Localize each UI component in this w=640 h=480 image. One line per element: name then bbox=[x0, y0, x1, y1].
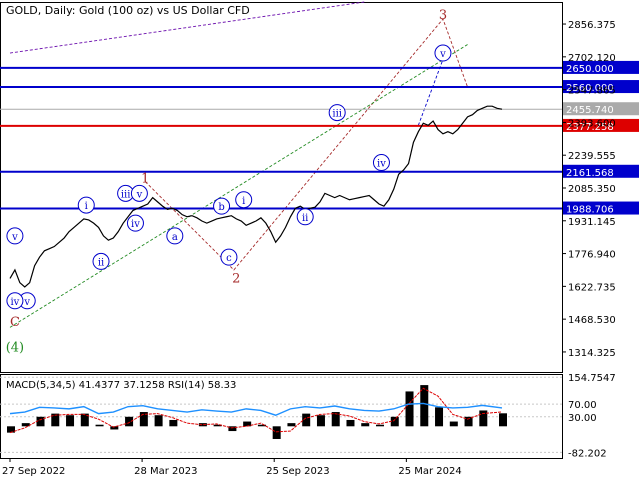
macd-histogram-bar bbox=[316, 415, 325, 427]
wave-label: v bbox=[136, 189, 143, 200]
date-tick-label: 27 Sep 2022 bbox=[2, 466, 65, 477]
price-tick-label: 2702.120 bbox=[568, 53, 616, 64]
macd-histogram-bar bbox=[302, 413, 311, 427]
chart-title: GOLD, Daily: Gold (100 oz) vs US Dollar … bbox=[6, 4, 250, 17]
wave-label: b bbox=[218, 202, 224, 213]
wave-label: iv bbox=[377, 159, 386, 170]
macd-histogram-bar bbox=[361, 423, 370, 427]
wave-label: iii bbox=[332, 109, 342, 120]
macd-histogram-bar bbox=[287, 423, 296, 427]
indicator-label: MACD(5,34,5) 41.4377 37.1258 RSI(14) 58.… bbox=[6, 380, 236, 391]
level-label: 2650.000 bbox=[566, 64, 614, 75]
price-series bbox=[9, 105, 503, 288]
wave-path-red bbox=[144, 18, 468, 271]
date-axis: 27 Sep 2022 28 Mar 2023 25 Sep 2023 25 Mar … bbox=[2, 458, 462, 477]
macd-histogram-bar bbox=[499, 413, 507, 427]
macd-histogram-bar bbox=[125, 416, 134, 427]
macd-histogram-bar bbox=[449, 421, 458, 427]
price-tick-label: 2393.600 bbox=[568, 118, 616, 129]
macd-histogram-bar bbox=[154, 415, 163, 427]
wave-label: 3 bbox=[439, 8, 447, 23]
macd-histogram-bar bbox=[7, 426, 15, 433]
wave-label: 2 bbox=[232, 271, 240, 286]
wave-path-blue bbox=[417, 59, 444, 126]
indicator-tick-label: 30.00 bbox=[568, 413, 597, 424]
main-plot-border bbox=[0, 2, 563, 373]
macd-histogram-bar bbox=[405, 391, 414, 427]
wave-labels: 312C(4)viiiiviiibcaiii viviiivviv bbox=[6, 8, 452, 356]
indicator-tick-label: 70.00 bbox=[568, 400, 597, 411]
wave-label: (4) bbox=[6, 341, 24, 356]
current-price-label: 2455.740 bbox=[566, 105, 614, 116]
price-tick-label: 1468.530 bbox=[568, 315, 616, 326]
price-tick-label: 2085.350 bbox=[568, 184, 616, 195]
indicator-tick-label: -82.202 bbox=[568, 448, 607, 459]
macd-histogram-bar bbox=[169, 419, 178, 427]
wave-label: i bbox=[85, 201, 88, 212]
date-tick-label: 25 Mar 2024 bbox=[398, 466, 461, 477]
price-tick-label: 1314.325 bbox=[568, 348, 616, 359]
macd-histogram-bar bbox=[346, 419, 355, 427]
wave-label: v bbox=[11, 232, 18, 243]
wave-label: c bbox=[226, 253, 232, 264]
level-label: 2161.568 bbox=[566, 168, 614, 179]
macd-histogram-bar bbox=[420, 385, 429, 427]
macd-histogram-bar bbox=[272, 426, 281, 439]
wave-label: ii bbox=[98, 257, 104, 268]
chart-canvas: 2455.7402650.0002560.0002377.2582161.568… bbox=[0, 1, 639, 477]
wave-label: iii bbox=[121, 189, 131, 200]
wave-label: iv bbox=[131, 219, 140, 230]
price-tick-label: 1931.145 bbox=[568, 217, 616, 228]
macd-histogram-bar bbox=[66, 415, 75, 427]
date-tick-label: 28 Mar 2023 bbox=[134, 466, 197, 477]
price-tick-label: 2547.865 bbox=[568, 86, 616, 97]
macd-histogram-bar bbox=[21, 423, 30, 427]
macd-histogram-bar bbox=[435, 407, 444, 427]
wave-label: ii bbox=[302, 213, 308, 224]
price-tick-label: 1776.940 bbox=[568, 250, 616, 261]
wave-label: i bbox=[242, 196, 245, 207]
wave-label: a bbox=[172, 232, 178, 243]
wave-label: v bbox=[23, 297, 30, 308]
price-tick-label: 2856.375 bbox=[568, 20, 616, 31]
wave-label: 1 bbox=[141, 171, 149, 186]
macd-histogram-bar bbox=[95, 424, 104, 427]
wave-label: C bbox=[10, 315, 20, 330]
price-tick-label: 2239.555 bbox=[568, 151, 616, 162]
horizontal-levels: 2455.7402650.0002560.0002377.2582161.568… bbox=[0, 60, 639, 216]
macd-histogram-bar bbox=[376, 424, 384, 427]
price-tick-label: 1622.735 bbox=[568, 282, 616, 293]
wave-label: iv bbox=[10, 297, 19, 308]
indicator-tick-label: 154.7547 bbox=[568, 373, 616, 384]
wave-label: v bbox=[439, 49, 446, 60]
level-label: 1988.706 bbox=[566, 205, 614, 216]
price-line bbox=[9, 105, 503, 288]
date-tick-label: 25 Sep 2023 bbox=[266, 466, 329, 477]
